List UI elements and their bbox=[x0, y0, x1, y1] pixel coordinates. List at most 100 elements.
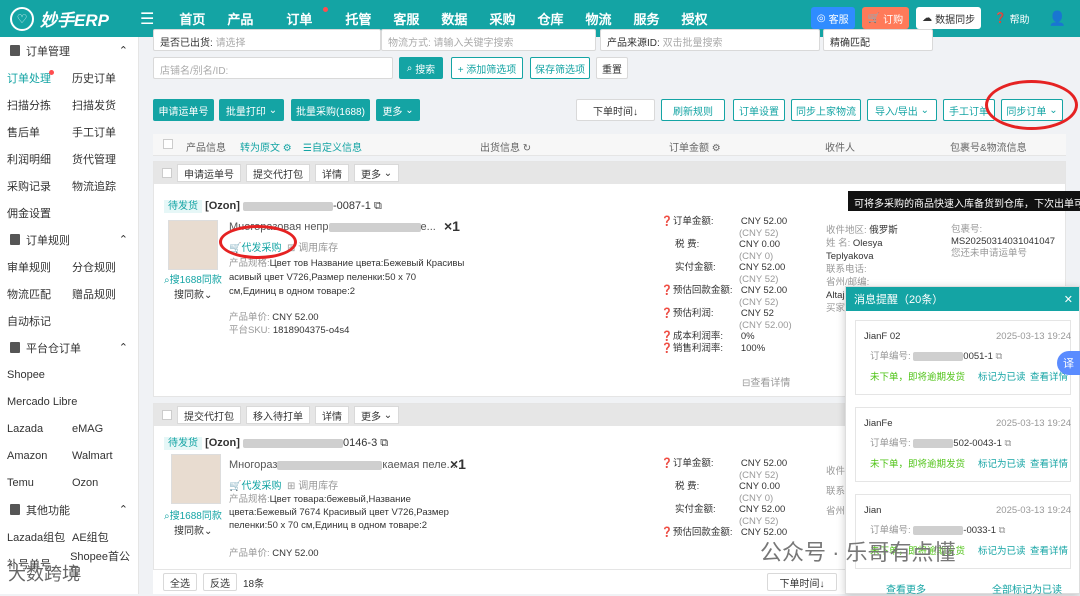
sidebar-item-ae-pack[interactable]: AE组包 bbox=[72, 529, 137, 545]
view-detail-link[interactable]: ⊟查看详情 bbox=[742, 374, 790, 389]
sidebar-section-rules[interactable]: 订单规则 ⌃ bbox=[0, 226, 138, 253]
sidebar-item-walmart[interactable]: Walmart bbox=[72, 450, 137, 462]
nav-hosting[interactable]: 托管 bbox=[334, 9, 382, 28]
message-item[interactable]: JianF 02 2025-03-13 19:24 订单编号: 0051-1 ⧉… bbox=[855, 320, 1071, 395]
sidebar-item-emag[interactable]: eMAG bbox=[72, 423, 137, 435]
mark-read-link[interactable]: 标记为已读 bbox=[978, 369, 1026, 383]
refresh-rules-button[interactable]: 刷新规则 bbox=[661, 99, 725, 121]
message-item[interactable]: JianFe 2025-03-13 19:24 订单编号: 502-0043-1… bbox=[855, 407, 1071, 482]
subscribe-button[interactable]: 🛒 订购 bbox=[861, 7, 910, 29]
sidebar-item-profit[interactable]: 利润明细 bbox=[7, 151, 72, 167]
refresh-icon[interactable]: ↻ bbox=[523, 143, 531, 154]
sidebar-item-warehouse-rules[interactable]: 分仓规则 bbox=[72, 259, 137, 275]
batch-purchase-button[interactable]: 批量采购(1688) bbox=[291, 99, 370, 121]
translate-float-button[interactable]: 译 bbox=[1057, 351, 1080, 375]
similar-search-link[interactable]: 搜同款⌄ bbox=[174, 522, 212, 537]
apply-tracking-button[interactable]: 申请运单号 bbox=[153, 99, 214, 121]
translate-toggle[interactable]: 转为原文 ⚙ bbox=[240, 139, 292, 154]
service-button[interactable]: ◎ 客服 bbox=[810, 7, 855, 29]
dropship-purchase-link[interactable]: 🛒代发采购 bbox=[229, 481, 281, 492]
order-settings-button[interactable]: 订单设置 bbox=[733, 99, 785, 121]
apply-tracking-button[interactable]: 申请运单号 bbox=[177, 164, 241, 182]
invert-select-button[interactable]: 反选 bbox=[203, 573, 237, 591]
nav-warehouse[interactable]: 仓库 bbox=[526, 9, 574, 28]
user-avatar[interactable]: 👤 bbox=[1043, 7, 1072, 29]
view-detail-link[interactable]: 查看详情 bbox=[1030, 456, 1068, 470]
nav-services[interactable]: 服务 bbox=[622, 9, 670, 28]
nav-data[interactable]: 数据 bbox=[430, 9, 478, 28]
logistics-input[interactable]: 物流方式: 请输入关键字搜索 bbox=[381, 29, 596, 51]
copy-icon[interactable]: ⧉ bbox=[380, 437, 388, 449]
sidebar-item-shopee-first[interactable]: Shopee首公里 bbox=[70, 548, 138, 580]
custom-info-link[interactable]: ☰自定义信息 bbox=[303, 139, 362, 154]
mark-read-link[interactable]: 标记为已读 bbox=[978, 456, 1026, 470]
search-1688-link[interactable]: ⌕搜1688同款 bbox=[164, 271, 222, 286]
order-id[interactable]: 0146-3 bbox=[343, 437, 377, 449]
order-time-sort[interactable]: 下单时间↓ bbox=[576, 99, 655, 121]
sidebar-item-tracking[interactable]: 物流追踪 bbox=[72, 178, 137, 194]
sidebar-item-lazada[interactable]: Lazada bbox=[7, 423, 72, 435]
sidebar-item-order-processing[interactable]: 订单处理 bbox=[7, 69, 72, 86]
submit-pack-button[interactable]: 提交代打包 bbox=[246, 164, 310, 182]
more-dropdown[interactable]: 更多 ⌄ bbox=[354, 164, 400, 182]
nav-auth[interactable]: 授权 bbox=[671, 9, 719, 28]
more-button[interactable]: 更多 ⌄ bbox=[376, 99, 420, 121]
sidebar-item-auto-mark[interactable]: 自动标记 bbox=[7, 313, 72, 329]
sidebar-item-logistics-match[interactable]: 物流匹配 bbox=[7, 286, 72, 302]
order-id[interactable]: -0087-1 bbox=[333, 200, 371, 212]
add-filter-button[interactable]: + 添加筛选项 bbox=[451, 57, 523, 79]
sidebar-item-aftersale[interactable]: 售后单 bbox=[7, 124, 72, 140]
product-title[interactable]: Многораз каемая пеле... bbox=[229, 459, 456, 471]
select-all-checkbox[interactable] bbox=[163, 139, 173, 149]
select-all-button[interactable]: 全选 bbox=[163, 573, 197, 591]
import-export-button[interactable]: 导入/导出 ⌄ bbox=[867, 99, 937, 121]
sidebar-item-scan-sort[interactable]: 扫描分拣 bbox=[7, 97, 72, 113]
sidebar-item-ozon[interactable]: Ozon bbox=[72, 477, 137, 489]
reset-button[interactable]: 重置 bbox=[596, 57, 628, 79]
nav-order[interactable]: 订单 bbox=[264, 7, 334, 28]
data-sync-button[interactable]: ☁ 数据同步 bbox=[916, 7, 982, 29]
sidebar-item-manual-order[interactable]: 手工订单 bbox=[72, 124, 137, 140]
sidebar-item-amazon[interactable]: Amazon bbox=[7, 450, 72, 462]
brand-logo[interactable]: ♡ 妙手ERP bbox=[0, 0, 140, 37]
shop-input[interactable]: 店铺名/别名/ID: bbox=[153, 57, 393, 79]
sidebar-item-commission[interactable]: 佣金设置 bbox=[7, 205, 72, 221]
search-button[interactable]: ⌕ 搜索 bbox=[399, 57, 443, 79]
batch-print-button[interactable]: 批量打印 ⌄ bbox=[219, 99, 284, 121]
detail-button[interactable]: 详情 bbox=[315, 406, 349, 424]
sidebar-item-lazada-pack[interactable]: Lazada组包 bbox=[7, 529, 72, 545]
nav-service[interactable]: 客服 bbox=[382, 9, 430, 28]
sidebar-item-gift-rules[interactable]: 赠品规则 bbox=[72, 286, 137, 302]
sync-supplier-logistics-button[interactable]: 同步上家物流 bbox=[791, 99, 861, 121]
order-checkbox[interactable] bbox=[162, 410, 172, 420]
mark-read-link[interactable]: 标记为已读 bbox=[978, 543, 1026, 557]
sidebar-item-shopee[interactable]: Shopee bbox=[7, 369, 72, 381]
nav-logistics[interactable]: 物流 bbox=[574, 9, 622, 28]
similar-search-link[interactable]: 搜同款⌄ bbox=[174, 286, 212, 301]
close-icon[interactable]: ✕ bbox=[1064, 293, 1073, 306]
use-stock-link[interactable]: ⊞ 调用库存 bbox=[287, 481, 338, 492]
view-detail-link[interactable]: 查看详情 bbox=[1030, 543, 1068, 557]
sidebar-section-platform[interactable]: 平台仓订单 ⌃ bbox=[0, 334, 138, 361]
copy-icon[interactable]: ⧉ bbox=[374, 200, 382, 212]
menu-icon[interactable]: ☰ bbox=[140, 9, 154, 29]
match-select[interactable]: 精确匹配 bbox=[823, 29, 933, 51]
order-time-sort[interactable]: 下单时间↓ bbox=[767, 573, 837, 591]
sidebar-item-history[interactable]: 历史订单 bbox=[72, 70, 137, 86]
sidebar-section-other[interactable]: 其他功能 ⌃ bbox=[0, 496, 138, 523]
more-dropdown[interactable]: 更多 ⌄ bbox=[354, 406, 400, 424]
search-1688-link[interactable]: ⌕搜1688同款 bbox=[164, 507, 222, 522]
submit-pack-button[interactable]: 提交代打包 bbox=[177, 406, 241, 424]
detail-button[interactable]: 详情 bbox=[315, 164, 349, 182]
sidebar-item-review-rules[interactable]: 审单规则 bbox=[7, 259, 72, 275]
sidebar-item-purchase-records[interactable]: 采购记录 bbox=[7, 178, 72, 194]
sidebar-item-temu[interactable]: Temu bbox=[7, 477, 72, 489]
sidebar-item-forwarder[interactable]: 货代管理 bbox=[72, 151, 137, 167]
move-to-print-button[interactable]: 移入待打单 bbox=[246, 406, 310, 424]
product-thumbnail[interactable] bbox=[168, 220, 218, 270]
source-id-input[interactable]: 产品来源ID: 双击批量搜索 bbox=[600, 29, 820, 51]
order-checkbox[interactable] bbox=[162, 168, 172, 178]
sidebar-section-orders[interactable]: 订单管理 ⌃ bbox=[0, 37, 138, 64]
sidebar-item-mercado[interactable]: Mercado Libre bbox=[7, 396, 127, 408]
help-button[interactable]: ❓ 帮助 bbox=[988, 7, 1035, 29]
